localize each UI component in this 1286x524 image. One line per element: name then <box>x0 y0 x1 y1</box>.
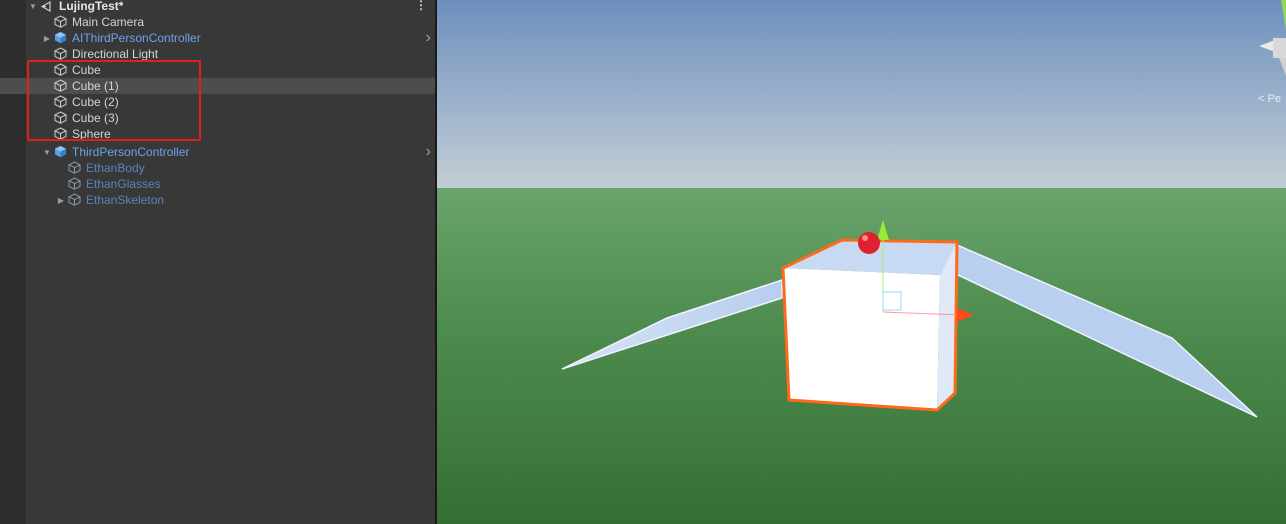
hierarchy-item[interactable]: ▶ EthanSkeleton <box>0 192 435 208</box>
gizmo-z-handle[interactable] <box>858 232 880 254</box>
hierarchy-item-label: AIThirdPersonController <box>72 31 201 45</box>
expand-arrow-icon[interactable]: ▶ <box>42 33 52 43</box>
prefab-cube-icon <box>54 145 67 158</box>
scene-name: LujingTest* <box>59 0 124 13</box>
expand-arrow-icon[interactable]: ▼ <box>28 1 38 11</box>
gameobject-cube-icon <box>68 177 81 190</box>
expand-arrow-icon[interactable]: ▶ <box>56 195 66 205</box>
collapse-arrow-icon[interactable]: ▼ <box>42 147 52 157</box>
hierarchy-item[interactable]: EthanBody <box>0 160 435 176</box>
sky <box>437 0 1286 188</box>
more-options-icon[interactable]: ⋮ <box>415 0 427 12</box>
hierarchy-item-label: EthanBody <box>86 161 145 175</box>
scene-root-row[interactable]: ▼ LujingTest* ⋮ <box>0 0 435 14</box>
hierarchy-item[interactable]: ▼ ThirdPersonController › <box>0 143 435 161</box>
gameobject-cube-icon <box>68 161 81 174</box>
annotation-highlight-box <box>27 60 201 141</box>
gizmo-z-highlight <box>862 235 868 241</box>
hierarchy-item[interactable]: ▶ AIThirdPersonController › <box>0 29 435 47</box>
hierarchy-item-label: EthanSkeleton <box>86 193 165 207</box>
open-prefab-chevron-icon[interactable]: › <box>426 29 431 47</box>
hierarchy-item[interactable]: Main Camera <box>0 14 435 30</box>
hierarchy-item-label: Directional Light <box>72 47 159 61</box>
hierarchy-item-label: Main Camera <box>72 15 145 29</box>
hierarchy-item-label: ThirdPersonController <box>72 145 190 159</box>
gameobject-cube-icon <box>54 47 67 60</box>
hierarchy-item-label: EthanGlasses <box>86 177 161 191</box>
unity-logo-icon <box>40 0 53 13</box>
projection-label[interactable]: < Pe <box>1258 93 1281 105</box>
open-prefab-chevron-icon[interactable]: › <box>426 143 431 161</box>
gameobject-cube-icon <box>54 15 67 28</box>
gameobject-cube-icon <box>68 193 81 206</box>
prefab-cube-icon <box>54 31 67 44</box>
hierarchy-item[interactable]: EthanGlasses <box>0 176 435 192</box>
hierarchy-panel: ▼ LujingTest* ⋮ Main Camera ▶ AIThirdPerso… <box>0 0 435 524</box>
scene-view[interactable]: < Pe <box>437 0 1286 524</box>
cube-front-face <box>783 268 940 410</box>
